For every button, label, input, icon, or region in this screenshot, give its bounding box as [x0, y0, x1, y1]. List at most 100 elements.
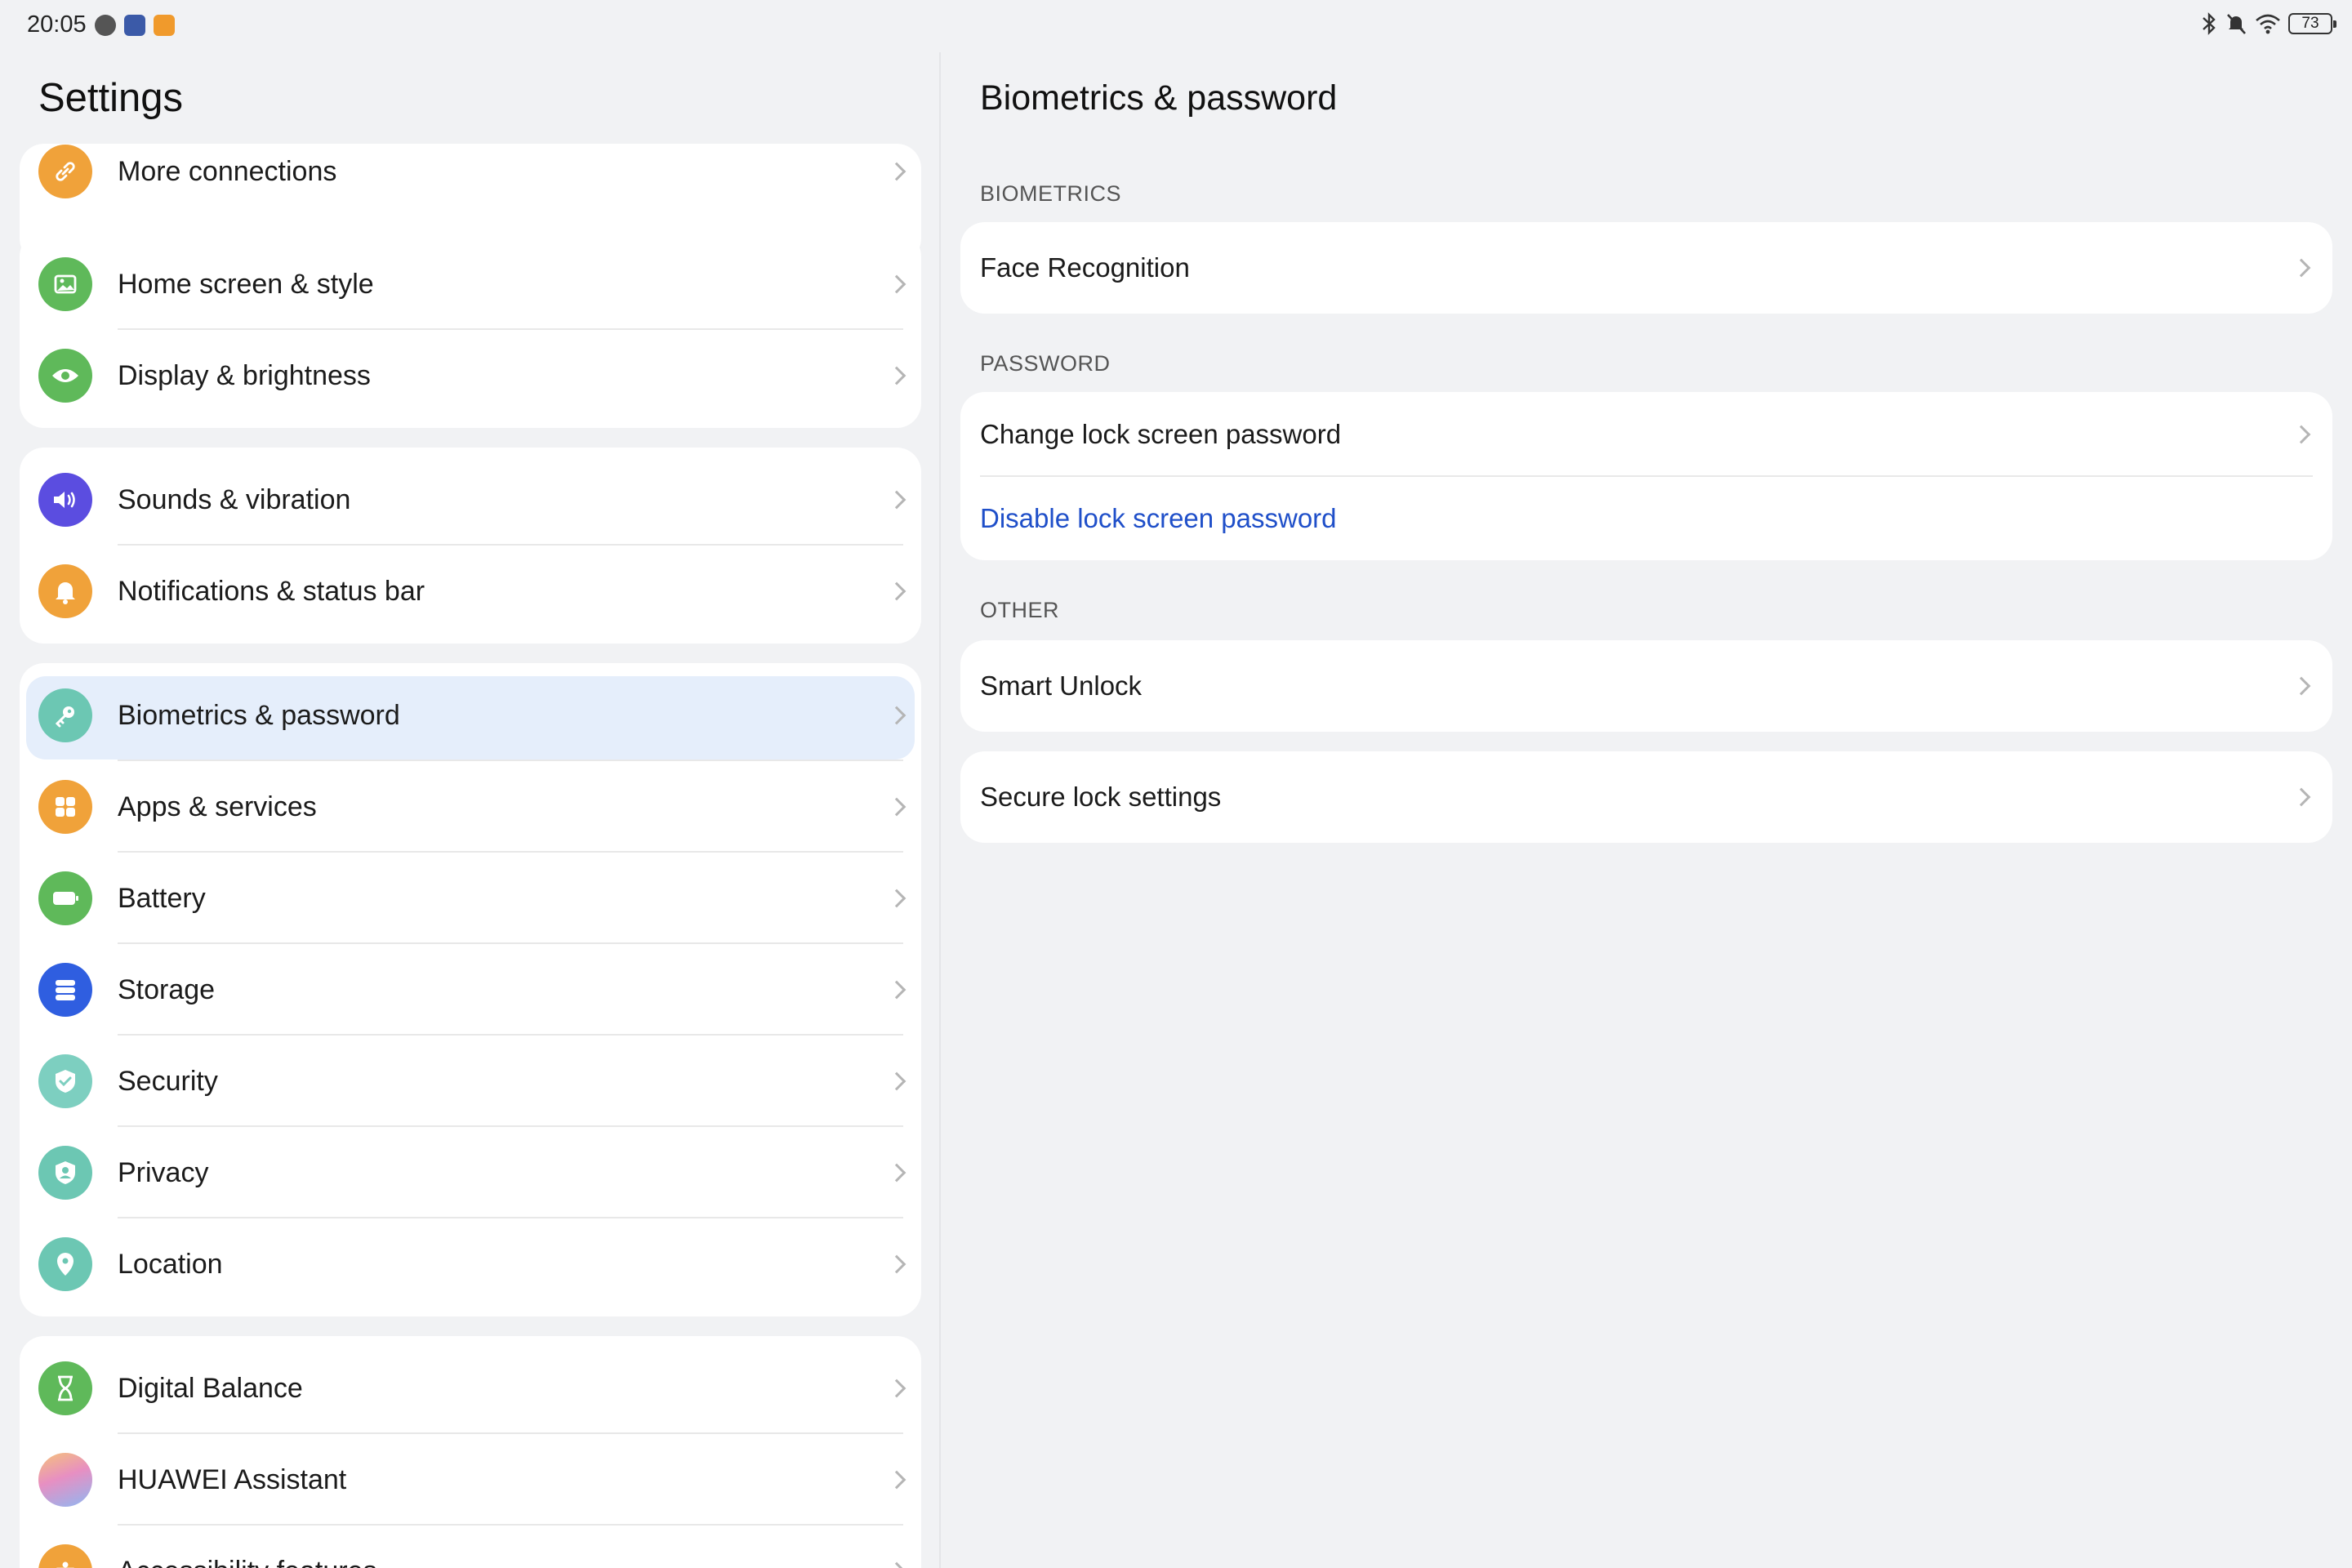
settings-item-notifications[interactable]: Notifications & status bar — [20, 546, 921, 637]
change-password-item[interactable]: Change lock screen password — [960, 392, 2332, 477]
section-label-password: PASSWORD — [980, 351, 1111, 376]
battery-level: 73 — [2301, 15, 2319, 32]
settings-item-label: Location — [118, 1248, 223, 1280]
settings-item-huawei-assistant[interactable]: HUAWEI Assistant — [20, 1434, 921, 1526]
settings-item-display[interactable]: Display & brightness — [20, 330, 921, 421]
settings-item-label: Display & brightness — [118, 359, 371, 391]
settings-item-security[interactable]: Security — [20, 1036, 921, 1127]
chevron-right-icon — [887, 797, 906, 817]
chevron-right-icon — [887, 490, 906, 510]
apps-grid-icon — [38, 780, 92, 834]
status-time: 20:05 — [27, 11, 87, 38]
storage-icon — [38, 963, 92, 1017]
card-password: Change lock screen password Disable lock… — [960, 392, 2332, 560]
settings-group-security: Biometrics & password Apps & services Ba… — [20, 663, 921, 1316]
settings-item-label: Apps & services — [118, 791, 317, 822]
disable-password-item[interactable]: Disable lock screen password — [960, 477, 2332, 560]
settings-item-label: Notifications & status bar — [118, 575, 425, 607]
card-smart-unlock: Smart Unlock — [960, 640, 2332, 732]
chevron-right-icon — [887, 980, 906, 1000]
settings-item-sounds[interactable]: Sounds & vibration — [20, 454, 921, 546]
settings-item-label: Privacy — [118, 1156, 209, 1188]
chevron-right-icon — [887, 1561, 906, 1568]
chevron-right-icon — [2292, 258, 2311, 278]
settings-item-home-screen[interactable]: Home screen & style — [20, 238, 921, 330]
battery-indicator: 73 — [2288, 13, 2336, 34]
speaker-icon — [38, 473, 92, 527]
chevron-right-icon — [887, 706, 906, 725]
hourglass-icon — [38, 1361, 92, 1415]
status-icons: 73 — [2200, 11, 2336, 36]
mute-icon — [2227, 14, 2246, 34]
notification-game-icon — [124, 15, 145, 36]
bluetooth-icon — [2203, 12, 2216, 35]
page-title: Settings — [38, 76, 184, 120]
chevron-right-icon — [2292, 676, 2311, 696]
settings-item-label: Digital Balance — [118, 1372, 303, 1404]
settings-sidebar: Settings More connections Home screen & … — [0, 52, 939, 1568]
settings-item-location[interactable]: Location — [20, 1218, 921, 1310]
settings-item-label: Home screen & style — [118, 268, 374, 300]
eye-icon — [38, 349, 92, 403]
section-label-biometrics: BIOMETRICS — [980, 181, 1122, 206]
location-pin-icon — [38, 1237, 92, 1291]
settings-item-label: Security — [118, 1065, 218, 1097]
section-label-other: OTHER — [980, 598, 1059, 622]
smart-unlock-label: Smart Unlock — [980, 670, 1143, 701]
settings-item-apps[interactable]: Apps & services — [20, 761, 921, 853]
face-recognition-label: Face Recognition — [980, 252, 1190, 283]
chevron-right-icon — [2292, 787, 2311, 807]
chevron-right-icon — [887, 889, 906, 908]
settings-item-accessibility[interactable]: Accessibility features — [20, 1526, 921, 1568]
chevron-right-icon — [887, 366, 906, 385]
disable-password-label: Disable lock screen password — [980, 503, 1337, 533]
card-biometrics: Face Recognition — [960, 222, 2332, 314]
face-recognition-item[interactable]: Face Recognition — [960, 222, 2332, 314]
notification-orange-app-icon — [154, 15, 175, 36]
settings-item-label: HUAWEI Assistant — [118, 1463, 347, 1495]
settings-item-label: Biometrics & password — [118, 699, 400, 731]
settings-item-battery[interactable]: Battery — [20, 853, 921, 944]
change-password-label: Change lock screen password — [980, 419, 1342, 449]
shield-check-icon — [38, 1054, 92, 1108]
divider — [118, 760, 903, 761]
settings-group-other: Digital Balance HUAWEI Assistant Accessi… — [20, 1336, 921, 1568]
detail-title: Biometrics & password — [980, 78, 1338, 118]
chevron-right-icon — [887, 1379, 906, 1398]
chevron-right-icon — [887, 581, 906, 601]
key-icon — [38, 688, 92, 742]
accessibility-icon — [38, 1544, 92, 1568]
image-icon — [38, 257, 92, 311]
settings-item-label: More connections — [118, 155, 337, 187]
notification-app-icon — [95, 15, 116, 36]
settings-item-biometrics[interactable]: Biometrics & password — [20, 670, 921, 761]
settings-item-digital-balance[interactable]: Digital Balance — [20, 1343, 921, 1434]
assistant-icon — [38, 1453, 92, 1507]
settings-item-privacy[interactable]: Privacy — [20, 1127, 921, 1218]
chevron-right-icon — [887, 1254, 906, 1274]
smart-unlock-item[interactable]: Smart Unlock — [960, 640, 2332, 732]
chevron-right-icon — [887, 1163, 906, 1183]
settings-item-label: Storage — [118, 973, 216, 1005]
settings-item-label: Accessibility features — [118, 1556, 376, 1568]
settings-group-sounds: Sounds & vibration Notifications & statu… — [20, 448, 921, 644]
card-secure-lock: Secure lock settings — [960, 751, 2332, 843]
secure-lock-settings-label: Secure lock settings — [980, 782, 1222, 812]
settings-item-label: Sounds & vibration — [118, 483, 351, 515]
chevron-right-icon — [2292, 425, 2311, 444]
chevron-right-icon — [887, 1470, 906, 1490]
detail-pane: Biometrics & password BIOMETRICS Face Re… — [941, 52, 2352, 1568]
settings-item-more-connections[interactable]: More connections — [20, 144, 921, 217]
privacy-shield-icon — [38, 1146, 92, 1200]
chevron-right-icon — [887, 162, 906, 181]
chevron-right-icon — [887, 1071, 906, 1091]
settings-group-display: Home screen & style Display & brightness — [20, 232, 921, 428]
wifi-icon — [2256, 14, 2280, 34]
settings-item-storage[interactable]: Storage — [20, 944, 921, 1036]
chevron-right-icon — [887, 274, 906, 294]
secure-lock-settings-item[interactable]: Secure lock settings — [960, 751, 2332, 843]
battery-icon — [38, 871, 92, 925]
link-icon — [38, 145, 92, 198]
bell-icon — [38, 564, 92, 618]
status-bar: 20:05 73 — [0, 0, 2352, 52]
